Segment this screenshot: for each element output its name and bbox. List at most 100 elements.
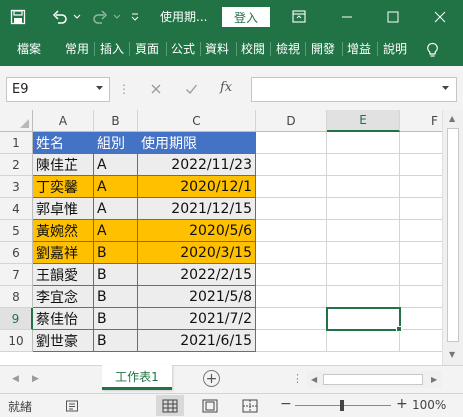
name-box-dropdown-icon[interactable] [95, 84, 104, 94]
table-header-expiry[interactable]: 使用期限 [138, 132, 256, 154]
row-header-4[interactable]: 4 [0, 198, 33, 220]
lightbulb-icon[interactable] [420, 33, 444, 66]
table-cell-date[interactable]: 2022/2/15 [138, 264, 256, 286]
row-header-2[interactable]: 2 [0, 154, 33, 176]
expand-formula-bar-icon[interactable] [441, 84, 450, 94]
column-header-e[interactable]: E [327, 110, 400, 132]
table-cell-group[interactable]: B [94, 242, 138, 264]
table-cell-date[interactable]: 2020/5/6 [138, 220, 256, 242]
table-cell-group[interactable]: B [94, 308, 138, 330]
sign-in-button[interactable]: 登入 [222, 7, 270, 27]
empty-cell[interactable] [256, 264, 327, 286]
zoom-out-button[interactable]: − [280, 396, 292, 412]
row-header-3[interactable]: 3 [0, 176, 33, 198]
page-break-view-icon[interactable] [236, 395, 264, 416]
sheet-tab-1[interactable]: 工作表1 [102, 365, 172, 390]
tab-help[interactable]: 說明 [383, 40, 407, 57]
table-cell-date[interactable]: 2021/12/15 [138, 198, 256, 220]
empty-cell[interactable] [256, 198, 327, 220]
tab-file[interactable]: 檔案 [17, 40, 41, 57]
table-cell-group[interactable]: B [94, 330, 138, 352]
vertical-scroll-thumb[interactable] [447, 128, 459, 342]
column-header-c[interactable]: C [138, 110, 256, 132]
empty-cell[interactable] [256, 242, 327, 264]
tab-insert[interactable]: 插入 [100, 40, 124, 57]
select-all-corner[interactable] [0, 110, 33, 132]
zoom-slider-knob[interactable] [340, 400, 344, 411]
minimize-icon[interactable] [332, 0, 362, 33]
column-header-d[interactable]: D [256, 110, 327, 132]
row-header-8[interactable]: 8 [0, 286, 33, 308]
row-header-1[interactable]: 1 [0, 132, 33, 154]
table-cell-name[interactable]: 蔡佳怡 [33, 308, 94, 330]
tab-page-layout[interactable]: 頁面 [135, 40, 165, 57]
empty-cell[interactable] [327, 132, 400, 154]
column-header-b[interactable]: B [94, 110, 138, 132]
column-header-a[interactable]: A [33, 110, 94, 132]
scroll-right-icon[interactable]: ▶ [431, 375, 437, 384]
table-cell-date[interactable]: 2021/5/8 [138, 286, 256, 308]
empty-cell[interactable] [256, 330, 327, 352]
redo-dropdown-icon[interactable] [112, 0, 122, 33]
empty-cell[interactable] [327, 330, 400, 352]
row-header-5[interactable]: 5 [0, 220, 33, 242]
next-sheet-icon[interactable]: ▶ [32, 374, 39, 384]
scroll-down-icon[interactable]: ▼ [449, 350, 455, 359]
table-cell-name[interactable]: 郭卓惟 [33, 198, 94, 220]
redo-icon[interactable] [88, 0, 112, 33]
horizontal-scroll-thumb[interactable] [323, 374, 423, 385]
empty-cell[interactable] [256, 176, 327, 198]
table-cell-date[interactable]: 2021/6/15 [138, 330, 256, 352]
empty-cell[interactable] [327, 154, 400, 176]
table-cell-name[interactable]: 王韻愛 [33, 264, 94, 286]
empty-cell[interactable] [327, 176, 400, 198]
save-icon[interactable] [6, 0, 30, 33]
table-cell-name[interactable]: 劉世豪 [33, 330, 94, 352]
tab-data[interactable]: 資料 [205, 40, 229, 57]
empty-cell[interactable] [327, 286, 400, 308]
tab-formulas[interactable]: 公式 [171, 40, 195, 57]
tab-review[interactable]: 校閱 [241, 40, 265, 57]
table-cell-group[interactable]: A [94, 176, 138, 198]
row-header-7[interactable]: 7 [0, 264, 33, 286]
accessibility-icon[interactable] [58, 395, 86, 416]
empty-cell[interactable] [256, 286, 327, 308]
row-header-10[interactable]: 10 [0, 330, 33, 352]
row-header-6[interactable]: 6 [0, 242, 33, 264]
customize-quick-access-icon[interactable] [128, 0, 142, 33]
table-cell-date[interactable]: 2020/12/1 [138, 176, 256, 198]
ribbon-display-options-icon[interactable] [284, 0, 314, 33]
table-cell-date[interactable]: 2022/11/23 [138, 154, 256, 176]
table-cell-name[interactable]: 陳佳芷 [33, 154, 94, 176]
table-cell-date[interactable]: 2021/7/2 [138, 308, 256, 330]
page-layout-view-icon[interactable] [196, 395, 224, 416]
cancel-entry-icon[interactable] [150, 78, 162, 99]
empty-cell[interactable] [327, 242, 400, 264]
table-cell-name[interactable]: 李宜念 [33, 286, 94, 308]
previous-sheet-icon[interactable]: ◀ [12, 374, 19, 384]
empty-cell[interactable] [256, 154, 327, 176]
tab-add-ins[interactable]: 增益 [347, 40, 377, 57]
empty-cell[interactable] [256, 220, 327, 242]
tab-view[interactable]: 檢視 [276, 40, 300, 57]
table-cell-name[interactable]: 劉嘉祥 [33, 242, 94, 264]
empty-cell[interactable] [327, 264, 400, 286]
table-cell-date[interactable]: 2020/3/15 [138, 242, 256, 264]
empty-cell[interactable] [327, 198, 400, 220]
tab-developer[interactable]: 開發 [311, 40, 339, 57]
empty-cell[interactable] [256, 132, 327, 154]
table-cell-group[interactable]: B [94, 286, 138, 308]
vertical-scrollbar[interactable]: ▲ ▼ [442, 110, 463, 365]
table-cell-group[interactable]: A [94, 198, 138, 220]
row-header-9[interactable]: 9 [0, 308, 33, 330]
worksheet-grid[interactable]: A B C D E F 1 2 3 4 5 6 7 8 9 10 姓名 組別 使… [0, 110, 463, 365]
formula-bar-grip-icon[interactable]: ⋮ [118, 82, 130, 96]
zoom-in-button[interactable]: + [396, 396, 408, 412]
table-header-group[interactable]: 組別 [94, 132, 138, 154]
table-cell-name[interactable]: 黃婉然 [33, 220, 94, 242]
close-icon[interactable] [425, 0, 455, 33]
undo-icon[interactable] [48, 0, 72, 33]
scroll-left-icon[interactable]: ◀ [311, 375, 317, 384]
table-cell-group[interactable]: A [94, 220, 138, 242]
table-cell-group[interactable]: A [94, 154, 138, 176]
